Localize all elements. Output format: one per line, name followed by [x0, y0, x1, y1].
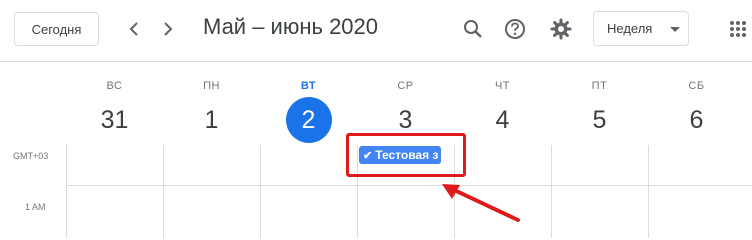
- today-button[interactable]: Сегодня: [14, 12, 99, 46]
- grid-divider: [260, 145, 261, 238]
- help-button[interactable]: [502, 16, 528, 42]
- view-select[interactable]: Неделя: [593, 11, 689, 46]
- previous-week-button[interactable]: [123, 16, 147, 42]
- search-icon: [464, 20, 482, 38]
- day-of-week-label: ВС: [106, 80, 123, 92]
- grid-divider: [551, 145, 552, 238]
- day-column-header[interactable]: ПТ 5: [551, 62, 648, 238]
- next-week-button[interactable]: [155, 16, 179, 42]
- gear-icon: [550, 18, 572, 40]
- day-of-week-label: ВТ: [300, 80, 317, 92]
- day-of-week-label: ПТ: [591, 80, 608, 92]
- grid-divider: [648, 145, 649, 238]
- annotation-arrow: [442, 184, 520, 222]
- day-column-header[interactable]: ВТ 2: [260, 62, 357, 238]
- grid-divider: [66, 145, 67, 238]
- chevron-left-icon: [129, 22, 138, 36]
- day-number[interactable]: 5: [577, 97, 623, 143]
- apps-button[interactable]: [725, 16, 751, 42]
- day-of-week-label: СБ: [688, 80, 705, 92]
- settings-button[interactable]: [548, 16, 574, 42]
- grid-divider: [163, 145, 164, 238]
- annotation-highlight-box: [346, 133, 466, 177]
- hour-gridline: [66, 185, 752, 186]
- search-button[interactable]: [460, 16, 486, 42]
- timezone-label: GMT+03: [13, 151, 49, 161]
- day-number[interactable]: 1: [189, 97, 235, 143]
- day-column-header[interactable]: ВС 31: [66, 62, 163, 238]
- day-number[interactable]: 4: [480, 97, 526, 143]
- day-of-week-label: ЧТ: [494, 80, 511, 92]
- hour-label: 1 AM: [25, 202, 46, 212]
- apps-grid-icon: [730, 21, 746, 37]
- day-of-week-label: СР: [397, 80, 414, 92]
- day-column-header[interactable]: ПН 1: [163, 62, 260, 238]
- calendar-header: Сегодня Май – июнь 2020 Неделя: [0, 0, 752, 62]
- caret-down-icon: [670, 27, 680, 32]
- day-of-week-label: ПН: [203, 80, 220, 92]
- day-number[interactable]: 6: [674, 97, 720, 143]
- day-column-header[interactable]: СБ 6: [648, 62, 745, 238]
- date-range-title: Май – июнь 2020: [203, 14, 379, 39]
- day-number[interactable]: 2: [285, 97, 332, 143]
- chevron-right-icon: [164, 22, 173, 36]
- view-select-label: Неделя: [607, 21, 653, 36]
- help-icon: [505, 19, 525, 39]
- day-number[interactable]: 31: [92, 97, 138, 143]
